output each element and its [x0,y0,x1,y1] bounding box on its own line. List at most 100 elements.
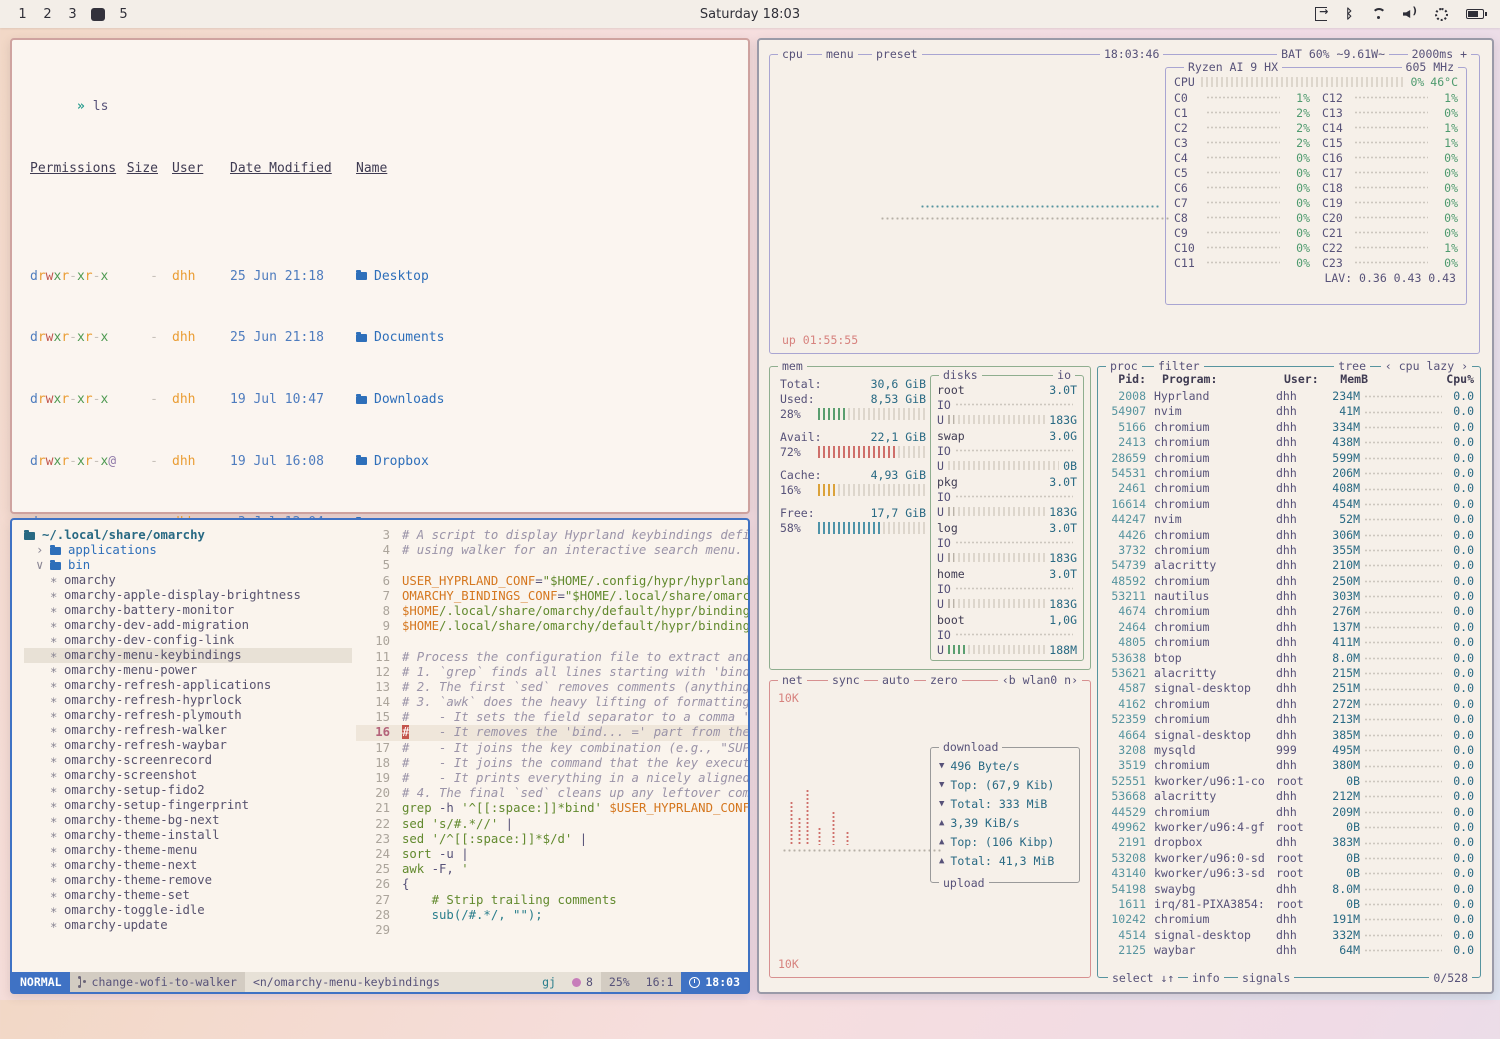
process-row[interactable]: 1611 irq/81-PIXA3854: root 0B 0.0 [1104,897,1474,912]
process-row[interactable]: 2191 dropbox dhh 383M 0.0 [1104,835,1474,850]
tree-item[interactable]: ∗ omarchy-screenrecord [24,753,352,768]
system-monitor-window[interactable]: cpu menu preset 18:03:46 BAT 60% ~9.61W~… [757,38,1494,994]
preset-button[interactable]: preset [872,47,922,61]
process-row[interactable]: 4805 chromium dhh 411M 0.0 [1104,635,1474,650]
logout-icon[interactable] [1315,7,1327,21]
disk-used-value: 183G [1049,551,1077,565]
tree-item[interactable]: ∨ bin [24,558,352,573]
process-row[interactable]: 28659 chromium dhh 599M 0.0 [1104,451,1474,466]
process-row[interactable]: 16614 chromium dhh 454M 0.0 [1104,497,1474,512]
tree-item[interactable]: ∗ omarchy-setup-fido2 [24,783,352,798]
proc-info-hint[interactable]: info [1188,971,1224,985]
tree-item[interactable]: ∗ omarchy-dev-add-migration [24,618,352,633]
bluetooth-icon[interactable] [1345,7,1353,22]
tree-item[interactable]: ∗ omarchy-battery-monitor [24,603,352,618]
process-row[interactable]: 3208 mysqld 999 495M 0.0 [1104,743,1474,758]
settings-icon[interactable] [1435,8,1448,21]
wifi-icon[interactable] [1371,8,1385,20]
dir-name: Downloads [342,392,748,407]
proc-user: dhh [1276,451,1320,466]
process-row[interactable]: 53208 kworker/u96:0-sd root 0B 0.0 [1104,851,1474,866]
tree-item[interactable]: ∗ omarchy-refresh-waybar [24,738,352,753]
tree-item-bullet: ∗ [50,708,64,723]
process-row[interactable]: 54531 chromium dhh 206M 0.0 [1104,466,1474,481]
tree-item[interactable]: ∗ omarchy-theme-set [24,888,352,903]
process-row[interactable]: 4162 chromium dhh 272M 0.0 [1104,697,1474,712]
process-row[interactable]: 3732 chromium dhh 355M 0.0 [1104,543,1474,558]
battery-icon[interactable] [1466,9,1484,19]
process-row[interactable]: 4664 signal-desktop dhh 385M 0.0 [1104,728,1474,743]
proc-user: dhh [1276,943,1320,958]
proc-mem: 251M [1320,681,1360,696]
process-row[interactable]: 43140 kworker/u96:3-sd root 0B 0.0 [1104,866,1474,881]
process-row[interactable]: 53621 alacritty dhh 215M 0.0 [1104,666,1474,681]
process-row[interactable]: 53668 alacritty dhh 212M 0.0 [1104,789,1474,804]
mem-stat-pct: 72% [780,445,814,459]
tree-item-bullet: ∗ [50,588,64,603]
disk-meter [948,599,1045,608]
tree-item[interactable]: ∗ omarchy-theme-install [24,828,352,843]
process-row[interactable]: 53211 nautilus dhh 303M 0.0 [1104,589,1474,604]
process-row[interactable]: 52551 kworker/u96:1-co root 0B 0.0 [1104,774,1474,789]
process-row[interactable]: 2464 chromium dhh 137M 0.0 [1104,620,1474,635]
process-row[interactable]: 2125 waybar dhh 64M 0.0 [1104,943,1474,958]
tree-item[interactable]: ∗ omarchy-refresh-walker [24,723,352,738]
tree-item[interactable]: ∗ omarchy-menu-keybindings [24,648,352,663]
process-row[interactable]: 3519 chromium dhh 380M 0.0 [1104,758,1474,773]
net-zero-toggle[interactable]: zero [926,673,962,687]
tree-item[interactable]: ∗ omarchy-setup-fingerprint [24,798,352,813]
process-row[interactable]: 54907 nvim dhh 41M 0.0 [1104,404,1474,419]
process-row[interactable]: 4514 signal-desktop dhh 332M 0.0 [1104,928,1474,943]
proc-program: kworker/u96:4-gf [1154,820,1276,835]
tree-item[interactable]: ∗ omarchy-theme-bg-next [24,813,352,828]
process-row[interactable]: 4674 chromium dhh 276M 0.0 [1104,604,1474,619]
process-row[interactable]: 54198 swaybg dhh 8.0M 0.0 [1104,882,1474,897]
process-row[interactable]: 2461 chromium dhh 408M 0.0 [1104,481,1474,496]
tree-item[interactable]: › applications [24,543,352,558]
process-row[interactable]: 49962 kworker/u96:4-gf root 0B 0.0 [1104,820,1474,835]
tree-item[interactable]: ∗ omarchy-refresh-applications [24,678,352,693]
volume-icon[interactable] [1403,8,1417,20]
tree-item[interactable]: ∗ omarchy-theme-menu [24,843,352,858]
update-interval[interactable]: 2000ms + [1408,47,1471,61]
tree-item[interactable]: ∗ omarchy-toggle-idle [24,903,352,918]
tree-item[interactable]: ∗ omarchy-apple-display-brightness [24,588,352,603]
process-row[interactable]: 53638 btop dhh 8.0M 0.0 [1104,651,1474,666]
process-row[interactable]: 54739 alacritty dhh 210M 0.0 [1104,558,1474,573]
editor-buffer[interactable]: 3 # A script to display Hyprland keybind… [356,520,748,972]
tree-item[interactable]: ∗ omarchy [24,573,352,588]
process-row[interactable]: 5166 chromium dhh 334M 0.0 [1104,420,1474,435]
net-interface[interactable]: ‹b wlan0 n› [998,673,1082,687]
process-row[interactable]: 4426 chromium dhh 306M 0.0 [1104,528,1474,543]
tree-item[interactable]: ∗ omarchy-refresh-plymouth [24,708,352,723]
tree-item[interactable]: ∗ omarchy-theme-remove [24,873,352,888]
process-row[interactable]: 2008 Hyprland dhh 234M 0.0 [1104,389,1474,404]
process-row[interactable]: 52359 chromium dhh 213M 0.0 [1104,712,1474,727]
process-row[interactable]: 44529 chromium dhh 209M 0.0 [1104,805,1474,820]
tree-item[interactable]: ∗ omarchy-screenshot [24,768,352,783]
net-auto-toggle[interactable]: auto [878,673,914,687]
net-sync-toggle[interactable]: sync [828,673,864,687]
editor-window[interactable]: ~/.local/share/omarchy › applications ∨ … [10,518,750,994]
proc-select-hint[interactable]: select ↓↑ [1108,971,1178,985]
tree-item[interactable]: ∗ omarchy-update [24,918,352,933]
tree-root[interactable]: ~/.local/share/omarchy [24,528,352,543]
git-branch[interactable]: change-wofi-to-walker [70,972,245,992]
process-row[interactable]: 4587 signal-desktop dhh 251M 0.0 [1104,681,1474,696]
tree-item[interactable]: ∗ omarchy-refresh-hyprlock [24,693,352,708]
proc-pid: 3208 [1104,743,1146,758]
network-box: net sync auto zero ‹b wlan0 n› 10K 10K d… [769,680,1091,978]
menu-button[interactable]: menu [822,47,858,61]
folder-icon [24,532,35,540]
process-row[interactable]: 44247 nvim dhh 52M 0.0 [1104,512,1474,527]
process-row[interactable]: 48592 chromium dhh 250M 0.0 [1104,574,1474,589]
tree-item[interactable]: ∗ omarchy-menu-power [24,663,352,678]
terminal-window[interactable]: »ls Permissions Size User Date Modified … [10,38,750,514]
proc-pid: 16614 [1104,497,1146,512]
process-row[interactable]: 2413 chromium dhh 438M 0.0 [1104,435,1474,450]
tree-item[interactable]: ∗ omarchy-theme-next [24,858,352,873]
process-row[interactable]: 10242 chromium dhh 191M 0.0 [1104,912,1474,927]
disks-io-toggle[interactable]: io [1053,368,1075,382]
tree-item[interactable]: ∗ omarchy-dev-config-link [24,633,352,648]
proc-signals-hint[interactable]: signals [1238,971,1294,985]
